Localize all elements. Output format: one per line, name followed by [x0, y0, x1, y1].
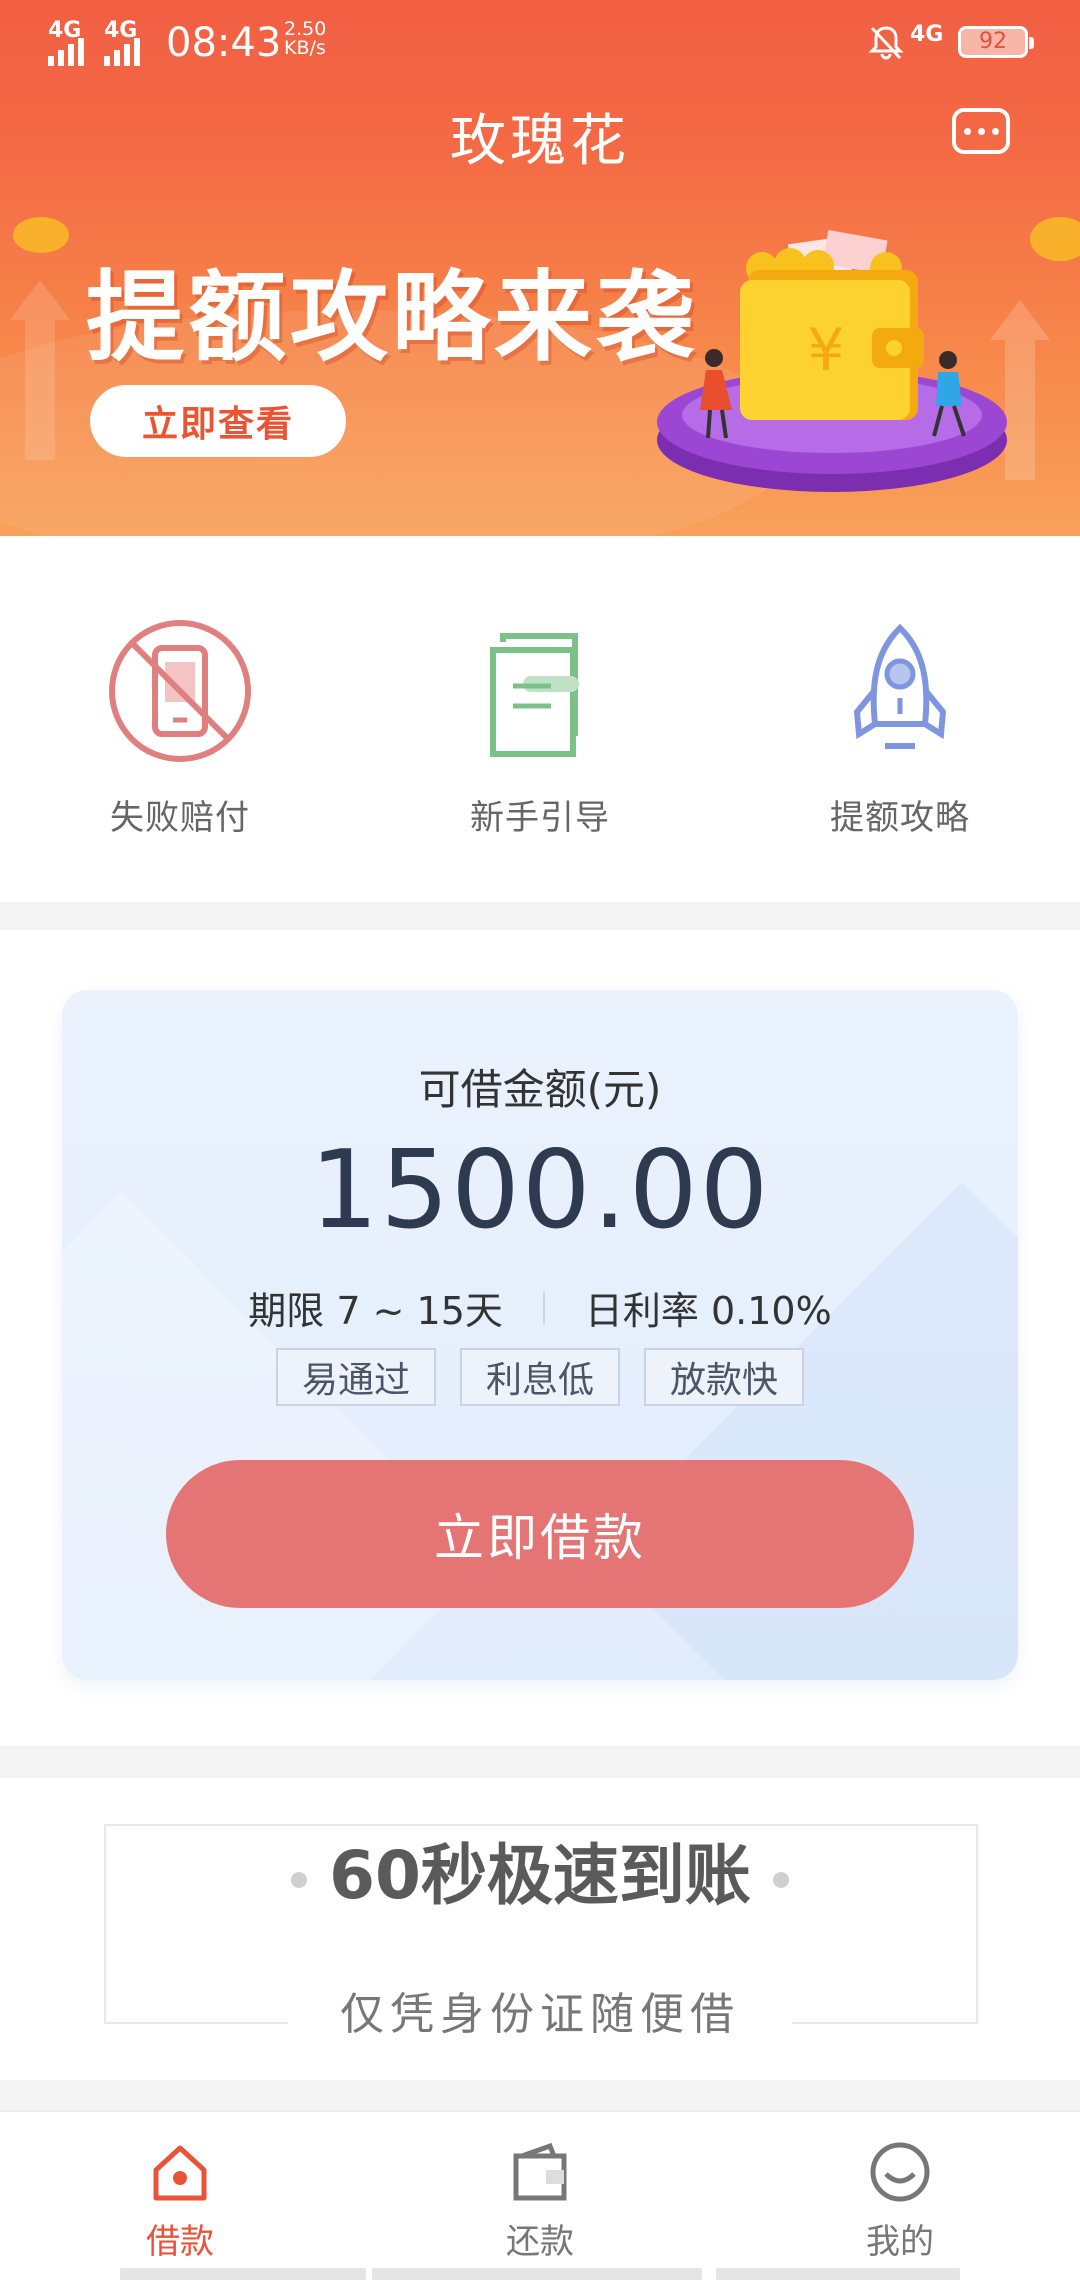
quick-action-label: 失败赔付 [110, 798, 250, 838]
daily-rate-text: 日利率 0.10% [584, 1289, 832, 1333]
mute-bell-icon [868, 26, 904, 60]
promo-dot-right [772, 1871, 789, 1888]
feature-tag: 利息低 [460, 1348, 620, 1406]
feature-tags: 易通过 利息低 放款快 [62, 1348, 1018, 1406]
header-banner-area: 4G 4G 08:43 2.50 KB/s 4G 92 玫瑰花 提额攻略来袭 立… [0, 0, 1080, 536]
promo-subtitle: 仅凭身份证随便借 [288, 1978, 792, 2048]
wallet-illustration-icon: ¥ [657, 230, 1007, 492]
arrow-up-decoration-icon [10, 280, 70, 460]
network-speed: 2.50 KB/s [284, 20, 326, 58]
feature-tag: 易通过 [276, 1348, 436, 1406]
tab-label: 还款 [506, 2222, 574, 2262]
terms-divider [542, 1290, 545, 1325]
available-amount-label: 可借金额(元) [418, 1065, 662, 1114]
bottom-tab-bar: 借款 还款 我的 [0, 2110, 1080, 2280]
borrow-now-button[interactable]: 立即借款 [166, 1460, 914, 1608]
tab-label: 借款 [146, 2222, 214, 2262]
banner-headline: 提额攻略来袭 [86, 261, 699, 375]
network-type-label-right: 4G [910, 22, 944, 47]
tab-label: 我的 [866, 2222, 934, 2262]
wallet-currency-symbol: ¥ [808, 316, 845, 384]
tab-borrow[interactable]: 借款 [70, 2140, 290, 2263]
promo-title: 60秒极速到账 [0, 1822, 1080, 1918]
loan-terms: 期限 7 ~ 15天 日利率 0.10% [62, 1280, 1018, 1335]
signal-strength-icon-2 [104, 38, 140, 66]
available-amount-value: 1500.00 [309, 1128, 771, 1253]
tab-repay[interactable]: 还款 [430, 2140, 650, 2263]
quick-action-failure-compensation[interactable]: 失败赔付 [60, 616, 300, 839]
no-phone-icon [109, 620, 251, 762]
home-indicator-segment [716, 2268, 960, 2280]
chat-bubble-icon[interactable] [952, 108, 1010, 154]
view-now-button[interactable]: 立即查看 [90, 385, 346, 457]
quick-action-label: 提额攻略 [830, 798, 970, 838]
home-icon [153, 2145, 207, 2201]
tab-me[interactable]: 我的 [790, 2140, 1010, 2263]
quick-action-credit-raise-guide[interactable]: 提额攻略 [780, 616, 1020, 839]
quick-actions: 失败赔付 新手引导 提额攻略 [0, 536, 1080, 902]
home-indicator-segment [372, 2268, 702, 2280]
feature-tag: 放款快 [644, 1348, 804, 1406]
network-speed-unit: KB/s [284, 37, 326, 59]
rocket-icon [853, 623, 947, 749]
signal-strength-icon [48, 38, 84, 66]
loan-term-text: 期限 7 ~ 15天 [248, 1289, 503, 1333]
status-time: 08:43 [166, 20, 282, 66]
promo-dot-left [291, 1871, 308, 1888]
loan-section: 可借金额(元) 1500.00 期限 7 ~ 15天 日利率 0.10% 易通过… [0, 930, 1080, 1746]
wallet-icon [513, 2142, 567, 2201]
profile-icon [870, 2142, 930, 2202]
promo-title-text: 60秒极速到账 [329, 1837, 751, 1914]
guide-document-icon [490, 633, 579, 757]
promo-banner[interactable]: 提额攻略来袭 立即查看 ¥ [0, 190, 1080, 536]
coin-decoration-icon [13, 217, 69, 253]
status-bar: 4G 4G 08:43 2.50 KB/s 4G 92 [0, 0, 1080, 82]
quick-action-label: 新手引导 [470, 798, 610, 838]
page-title: 玫瑰花 [450, 109, 630, 174]
home-indicator-segment [120, 2268, 366, 2280]
battery-indicator: 92 [958, 26, 1034, 58]
quick-action-new-user-guide[interactable]: 新手引导 [420, 616, 660, 839]
loan-card: 可借金额(元) 1500.00 期限 7 ~ 15天 日利率 0.10% 易通过… [62, 990, 1018, 1680]
